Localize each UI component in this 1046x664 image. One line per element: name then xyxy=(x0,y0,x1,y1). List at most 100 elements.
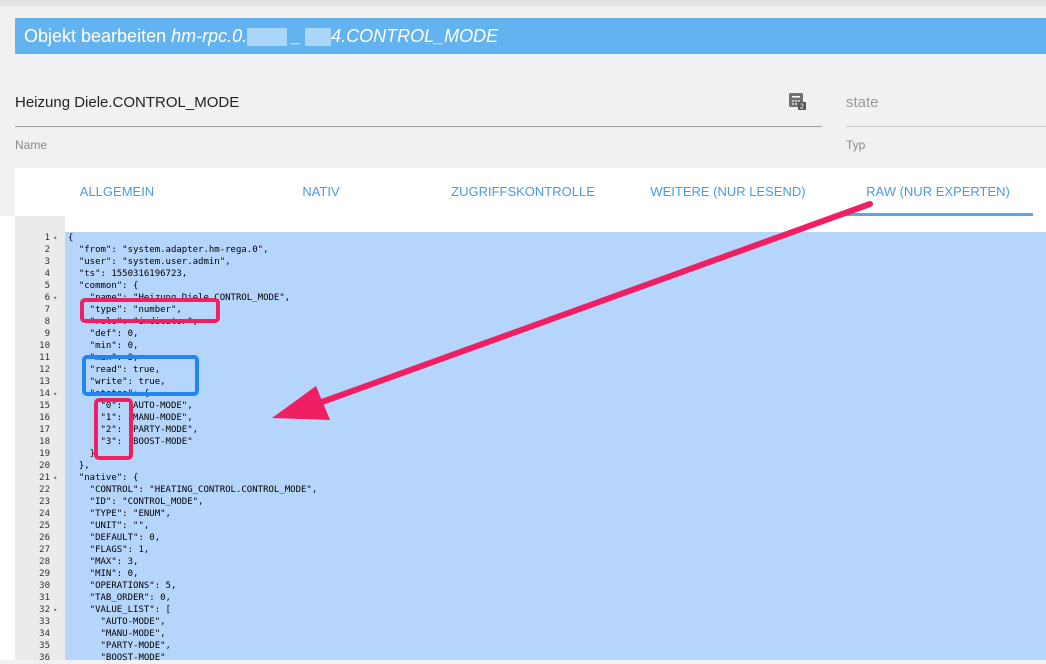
states-keys-highlight-box xyxy=(94,398,133,460)
redaction-mask xyxy=(305,28,332,47)
type-underline xyxy=(846,126,1046,127)
code-line: 36 "BOOST-MODE" xyxy=(0,652,1046,664)
code-line: 35 "PARTY-MODE", xyxy=(0,640,1046,652)
code-line: 3 "user": "system.user.admin", xyxy=(0,256,1046,268)
code-line: 9 "def": 0, xyxy=(0,328,1046,340)
calculator-icon[interactable]: 2 xyxy=(789,93,806,110)
code-text: "MAX": 3, xyxy=(68,557,139,567)
fold-toggle-icon[interactable]: ▾ xyxy=(53,388,57,400)
code-line: 26 "DEFAULT": 0, xyxy=(0,532,1046,544)
code-line: 22 "CONTROL": "HEATING_CONTROL.CONTROL_M… xyxy=(0,484,1046,496)
tab-weitere[interactable]: WEITERE (NUR LESEND) xyxy=(632,168,824,216)
code-text: "min": 0, xyxy=(68,341,139,351)
line-number: 2 xyxy=(44,245,50,255)
json-editor[interactable]: 1 ▾{2 "from": "system.adapter.hm-rega.0",… xyxy=(0,216,1046,663)
code-line: 27 "FLAGS": 1, xyxy=(0,544,1046,556)
object-id-start: hm-rpc.0. xyxy=(171,26,248,46)
line-number: 11 xyxy=(39,353,50,363)
line-number: 3 xyxy=(44,257,50,267)
tab-allgemein[interactable]: ALLGEMEIN xyxy=(21,168,213,216)
code-line: 24 "TYPE": "ENUM", xyxy=(0,508,1046,520)
code-line: 33 "AUTO-MODE", xyxy=(0,616,1046,628)
line-number: 12 xyxy=(39,365,50,375)
code-text: "MANU-MODE", xyxy=(68,629,166,639)
code-line: 16 "1": "MANU-MODE", xyxy=(0,412,1046,424)
code-line: 29 "MIN": 0, xyxy=(0,568,1046,580)
line-number: 27 xyxy=(39,545,50,555)
fold-toggle-icon[interactable]: ▾ xyxy=(53,472,57,484)
code-text: }, xyxy=(68,461,90,471)
redaction-mask xyxy=(247,28,288,47)
line-number: 5 xyxy=(44,281,50,291)
type-highlight-box xyxy=(80,298,220,323)
line-number: 19 xyxy=(39,449,50,459)
code-line: 1 ▾ { xyxy=(0,232,1046,244)
code-line: 18 "3": "BOOST-MODE" xyxy=(0,436,1046,448)
line-number: 8 xyxy=(44,317,50,327)
line-number: 24 xyxy=(39,509,50,519)
code-line: 17 "2": "PARTY-MODE", xyxy=(0,424,1046,436)
line-number: 6 xyxy=(44,293,50,303)
line-number: 22 xyxy=(39,485,50,495)
line-number: 21 xyxy=(39,473,50,483)
code-text: { xyxy=(68,233,74,243)
code-line: 4 "ts": 1550316196723, xyxy=(0,268,1046,280)
code-text: "MIN": 0, xyxy=(68,569,139,579)
line-number: 33 xyxy=(39,617,50,627)
line-number: 34 xyxy=(39,629,50,639)
tab-nativ[interactable]: NATIV xyxy=(225,168,417,216)
code-text: "VALUE_LIST": [ xyxy=(68,605,171,615)
code-line: 30 "OPERATIONS": 5, xyxy=(0,580,1046,592)
svg-text:2: 2 xyxy=(800,103,804,111)
tab-raw[interactable]: RAW (NUR EXPERTEN) xyxy=(842,168,1034,216)
code-text: "from": "system.adapter.hm-rega.0", xyxy=(68,245,269,255)
type-input[interactable]: state xyxy=(846,94,879,111)
fold-toggle-icon[interactable]: ▾ xyxy=(53,232,57,244)
code-line: 2 "from": "system.adapter.hm-rega.0", xyxy=(0,244,1046,256)
line-number: 14 xyxy=(39,389,50,399)
code-text: "user": "system.user.admin", xyxy=(68,257,231,267)
dialog-title-prefix: Objekt bearbeiten xyxy=(24,26,167,46)
code-line: 32 ▾ "VALUE_LIST": [ xyxy=(0,604,1046,616)
line-number: 31 xyxy=(39,593,50,603)
tab-bar: ALLGEMEIN NATIV ZUGRIFFSKONTROLLE WEITER… xyxy=(15,168,1046,216)
object-id-sep: _ xyxy=(291,26,302,46)
code-line: 19 } xyxy=(0,448,1046,460)
line-number: 1 xyxy=(44,233,50,243)
code-text: "FLAGS": 1, xyxy=(68,545,150,555)
object-id-end: 4.CONTROL_MODE xyxy=(331,26,499,46)
code-line: 5 "common": { xyxy=(0,280,1046,292)
name-underline xyxy=(15,126,822,127)
line-number: 35 xyxy=(39,641,50,651)
code-text: "AUTO-MODE", xyxy=(68,617,166,627)
code-text: "ts": 1550316196723, xyxy=(68,269,188,279)
code-line: 21 ▾ "native": { xyxy=(0,472,1046,484)
line-number: 16 xyxy=(39,413,50,423)
code-text: "CONTROL": "HEATING_CONTROL.CONTROL_MODE… xyxy=(68,485,318,495)
tab-zugriffskontrolle[interactable]: ZUGRIFFSKONTROLLE xyxy=(427,168,619,216)
code-line: 15 "0": "AUTO-MODE", xyxy=(0,400,1046,412)
fold-toggle-icon[interactable]: ▾ xyxy=(53,292,57,304)
line-number: 23 xyxy=(39,497,50,507)
type-label: Typ xyxy=(846,138,866,152)
read-write-highlight-box xyxy=(82,355,199,396)
line-number: 36 xyxy=(39,653,50,663)
line-number: 18 xyxy=(39,437,50,447)
top-border xyxy=(0,0,1046,6)
code-text: "ID": "CONTROL_MODE", xyxy=(68,497,204,507)
code-text: "native": { xyxy=(68,473,139,483)
name-input[interactable]: Heizung Diele.CONTROL_MODE xyxy=(15,94,239,111)
line-number: 4 xyxy=(44,269,50,279)
line-number: 7 xyxy=(44,305,50,315)
line-number: 25 xyxy=(39,521,50,531)
line-number: 13 xyxy=(39,377,50,387)
code-text: "DEFAULT": 0, xyxy=(68,533,161,543)
code-text: "TAB_ORDER": 0, xyxy=(68,593,171,603)
line-number: 20 xyxy=(39,461,50,471)
code-text: } xyxy=(68,449,96,459)
line-number: 15 xyxy=(39,401,50,411)
line-number: 30 xyxy=(39,581,50,591)
fold-toggle-icon[interactable]: ▾ xyxy=(53,604,57,616)
code-text: "common": { xyxy=(68,281,139,291)
dialog-title-object: hm-rpc.0. _ 4.CONTROL_MODE xyxy=(171,26,499,47)
